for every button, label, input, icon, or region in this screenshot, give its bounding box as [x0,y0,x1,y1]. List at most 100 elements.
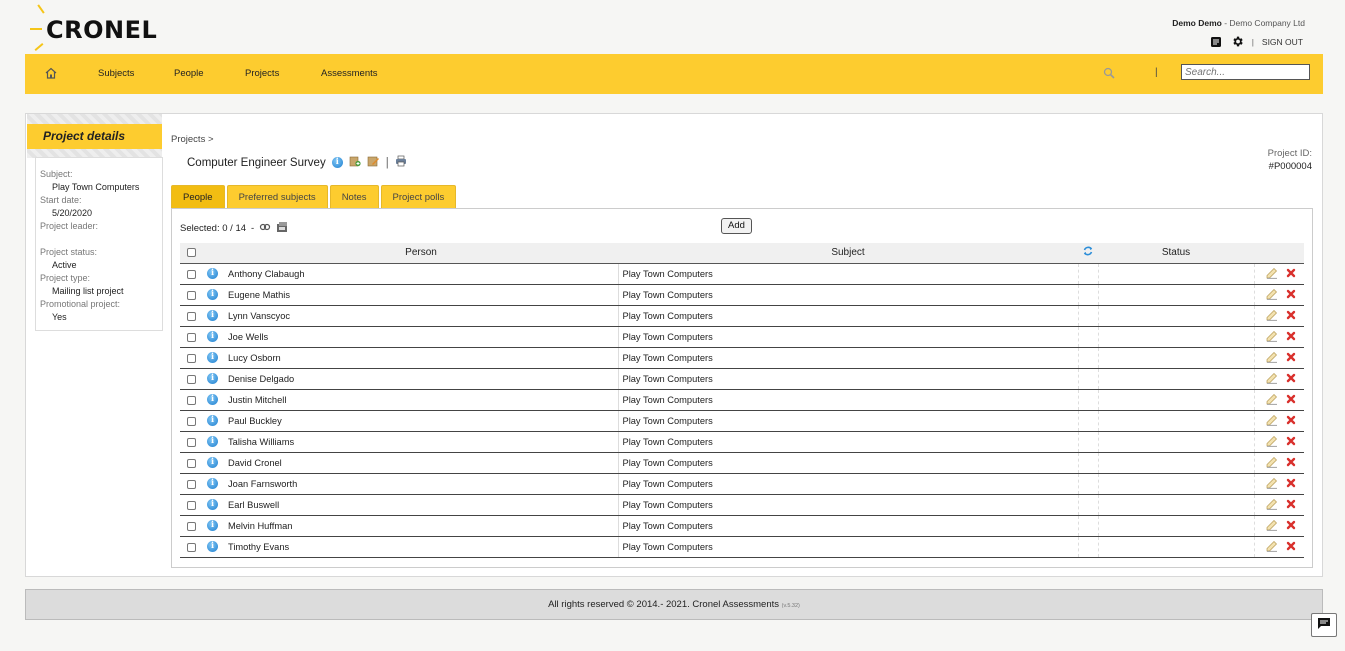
row-checkbox[interactable] [186,500,196,510]
row-checkbox[interactable] [186,290,196,300]
delete-icon[interactable] [1286,268,1296,280]
delete-icon[interactable] [1286,478,1296,490]
table-row[interactable]: Melvin HuffmanPlay Town Computers [180,515,1304,537]
edit-icon[interactable] [1266,393,1278,407]
cronel-logo[interactable]: CRONEL [30,4,160,54]
edit-icon[interactable] [1266,372,1278,386]
edit-icon[interactable] [1266,267,1278,281]
edit-icon[interactable] [1266,414,1278,428]
search-icon[interactable] [1102,66,1116,80]
table-row[interactable]: Timothy EvansPlay Town Computers [180,536,1304,558]
sync-icon[interactable] [1082,246,1094,260]
row-checkbox[interactable] [186,269,196,279]
chat-button[interactable] [1311,613,1337,637]
gear-icon[interactable] [1231,35,1244,48]
info-icon[interactable] [207,288,218,301]
delete-icon[interactable] [1286,394,1296,406]
print-icon[interactable] [395,155,407,170]
nav-subjects[interactable]: Subjects [98,68,134,79]
info-icon[interactable] [207,351,218,364]
info-icon[interactable] [207,393,218,406]
home-icon[interactable] [44,66,58,80]
person-cell[interactable]: Paul Buckley [224,410,618,432]
delete-icon[interactable] [1286,520,1296,532]
person-cell[interactable]: Earl Buswell [224,494,618,516]
tab-notes[interactable]: Notes [329,185,379,208]
person-cell[interactable]: Joe Wells [224,326,618,348]
table-row[interactable]: Talisha WilliamsPlay Town Computers [180,431,1304,453]
sign-out-link[interactable]: SIGN OUT [1262,37,1303,47]
person-cell[interactable]: Denise Delgado [224,368,618,390]
delete-icon[interactable] [1286,352,1296,364]
add-document-icon[interactable] [349,155,361,170]
table-row[interactable]: Lynn VanscyocPlay Town Computers [180,305,1304,327]
row-checkbox[interactable] [186,311,196,321]
row-checkbox[interactable] [186,353,196,363]
edit-document-icon[interactable] [367,155,380,170]
info-icon[interactable] [207,267,218,280]
edit-icon[interactable] [1266,435,1278,449]
delete-icon[interactable] [1286,331,1296,343]
edit-icon[interactable] [1266,456,1278,470]
delete-icon[interactable] [1286,415,1296,427]
info-icon[interactable] [331,156,343,168]
delete-icon[interactable] [1286,373,1296,385]
person-cell[interactable]: Justin Mitchell [224,389,618,411]
person-header[interactable]: Person [224,243,618,264]
table-row[interactable]: Paul BuckleyPlay Town Computers [180,410,1304,432]
person-cell[interactable]: Anthony Clabaugh [224,263,618,285]
delete-icon[interactable] [1286,436,1296,448]
table-row[interactable]: Joe WellsPlay Town Computers [180,326,1304,348]
row-checkbox[interactable] [186,416,196,426]
row-checkbox[interactable] [186,542,196,552]
row-checkbox[interactable] [186,332,196,342]
delete-icon[interactable] [1286,310,1296,322]
info-icon[interactable] [207,456,218,469]
edit-icon[interactable] [1266,309,1278,323]
edit-icon[interactable] [1266,540,1278,554]
delete-icon[interactable] [1286,541,1296,553]
info-icon[interactable] [207,519,218,532]
tab-project-polls[interactable]: Project polls [380,185,457,208]
person-cell[interactable]: David Cronel [224,452,618,474]
info-icon[interactable] [207,477,218,490]
person-cell[interactable]: Lynn Vanscyoc [224,305,618,327]
table-row[interactable]: Justin MitchellPlay Town Computers [180,389,1304,411]
table-row[interactable]: Earl BuswellPlay Town Computers [180,494,1304,516]
tab-people[interactable]: People [171,185,225,208]
row-checkbox[interactable] [186,395,196,405]
edit-icon[interactable] [1266,288,1278,302]
person-cell[interactable]: Melvin Huffman [224,515,618,537]
delete-icon[interactable] [1286,499,1296,511]
info-icon[interactable] [207,498,218,511]
nav-assessments[interactable]: Assessments [321,68,378,79]
table-row[interactable]: Lucy OsbornPlay Town Computers [180,347,1304,369]
notes-icon[interactable] [1210,35,1223,48]
export-icon[interactable] [276,221,289,236]
link-people-icon[interactable] [259,222,271,235]
nav-projects[interactable]: Projects [245,68,279,79]
row-checkbox[interactable] [186,479,196,489]
table-row[interactable]: David CronelPlay Town Computers [180,452,1304,474]
status-header[interactable]: Status [1098,243,1254,264]
info-icon[interactable] [207,540,218,553]
info-icon[interactable] [207,309,218,322]
table-row[interactable]: Joan FarnsworthPlay Town Computers [180,473,1304,495]
row-checkbox[interactable] [186,521,196,531]
edit-icon[interactable] [1266,498,1278,512]
person-cell[interactable]: Talisha Williams [224,431,618,453]
select-all-checkbox[interactable] [186,248,196,258]
add-button[interactable]: Add [721,218,752,234]
edit-icon[interactable] [1266,330,1278,344]
person-cell[interactable]: Eugene Mathis [224,284,618,306]
person-cell[interactable]: Timothy Evans [224,536,618,558]
edit-icon[interactable] [1266,351,1278,365]
nav-people[interactable]: People [174,68,204,79]
row-checkbox[interactable] [186,458,196,468]
table-row[interactable]: Anthony ClabaughPlay Town Computers [180,263,1304,285]
table-row[interactable]: Eugene MathisPlay Town Computers [180,284,1304,306]
subject-header[interactable]: Subject [618,243,1078,264]
info-icon[interactable] [207,435,218,448]
tab-preferred-subjects[interactable]: Preferred subjects [226,185,328,208]
delete-icon[interactable] [1286,457,1296,469]
